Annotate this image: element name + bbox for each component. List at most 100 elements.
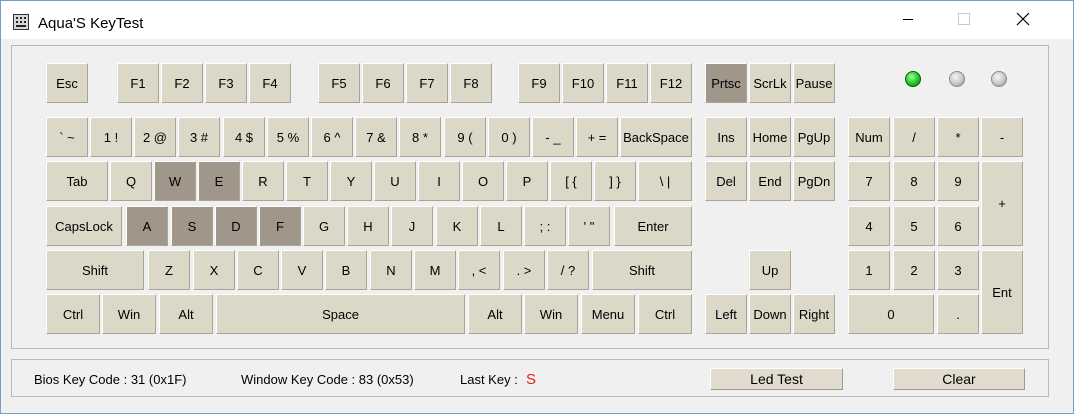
key-1[interactable]: 1 ! (90, 117, 132, 157)
key-quote[interactable]: ' " (568, 206, 610, 246)
key-h[interactable]: H (347, 206, 389, 246)
key-2[interactable]: 2 @ (134, 117, 176, 157)
key-f10[interactable]: F10 (562, 63, 604, 103)
numpad-multiply[interactable]: * (937, 117, 979, 157)
key-7[interactable]: 7 & (355, 117, 397, 157)
key-f[interactable]: F (259, 206, 301, 246)
key-g[interactable]: G (303, 206, 345, 246)
key-b[interactable]: B (325, 250, 367, 290)
key-4[interactable]: 4 $ (223, 117, 265, 157)
numpad-subtract[interactable]: - (981, 117, 1023, 157)
key-rwin[interactable]: Win (524, 294, 578, 334)
key-u[interactable]: U (374, 161, 416, 201)
key-k[interactable]: K (436, 206, 478, 246)
key-f5[interactable]: F5 (318, 63, 360, 103)
key-right[interactable]: Right (793, 294, 835, 334)
key-f8[interactable]: F8 (450, 63, 492, 103)
key-backquote[interactable]: ` ~ (46, 117, 88, 157)
key-i[interactable]: I (418, 161, 460, 201)
key-space[interactable]: Space (216, 294, 465, 334)
key-equal[interactable]: + = (576, 117, 618, 157)
numpad-1[interactable]: 1 (848, 250, 890, 290)
key-v[interactable]: V (281, 250, 323, 290)
key-n[interactable]: N (370, 250, 412, 290)
key-f9[interactable]: F9 (518, 63, 560, 103)
key-f11[interactable]: F11 (606, 63, 648, 103)
key-end[interactable]: End (749, 161, 791, 201)
key-p[interactable]: P (506, 161, 548, 201)
numpad-6[interactable]: 6 (937, 206, 979, 246)
key-c[interactable]: C (237, 250, 279, 290)
key-rshift[interactable]: Shift (592, 250, 692, 290)
key-period[interactable]: . > (503, 250, 545, 290)
key-slash[interactable]: / ? (547, 250, 589, 290)
key-tab[interactable]: Tab (46, 161, 108, 201)
key-menu[interactable]: Menu (581, 294, 635, 334)
key-pgup[interactable]: PgUp (793, 117, 835, 157)
key-f6[interactable]: F6 (362, 63, 404, 103)
key-a[interactable]: A (126, 206, 168, 246)
numpad-enter[interactable]: Ent (981, 250, 1023, 334)
key-w[interactable]: W (154, 161, 196, 201)
key-comma[interactable]: , < (458, 250, 500, 290)
key-capslock[interactable]: CapsLock (46, 206, 122, 246)
key-rbracket[interactable]: ] } (594, 161, 636, 201)
numpad-decimal[interactable]: . (937, 294, 979, 334)
key-y[interactable]: Y (330, 161, 372, 201)
key-e[interactable]: E (198, 161, 240, 201)
key-minus[interactable]: - _ (532, 117, 574, 157)
key-rctrl[interactable]: Ctrl (638, 294, 692, 334)
numpad-2[interactable]: 2 (893, 250, 935, 290)
numpad-9[interactable]: 9 (937, 161, 979, 201)
key-ralt[interactable]: Alt (468, 294, 522, 334)
key-lbracket[interactable]: [ { (550, 161, 592, 201)
key-esc[interactable]: Esc (46, 63, 88, 103)
numpad-4[interactable]: 4 (848, 206, 890, 246)
key-prtsc[interactable]: Prtsc (705, 63, 747, 103)
key-home[interactable]: Home (749, 117, 791, 157)
key-5[interactable]: 5 % (267, 117, 309, 157)
key-backspace[interactable]: BackSpace (620, 117, 692, 157)
numpad-5[interactable]: 5 (893, 206, 935, 246)
numpad-num[interactable]: Num (848, 117, 890, 157)
clear-button[interactable]: Clear (893, 368, 1025, 390)
numpad-8[interactable]: 8 (893, 161, 935, 201)
minimize-button[interactable] (885, 1, 931, 39)
key-9[interactable]: 9 ( (444, 117, 486, 157)
key-f1[interactable]: F1 (117, 63, 159, 103)
key-q[interactable]: Q (110, 161, 152, 201)
key-o[interactable]: O (462, 161, 504, 201)
key-6[interactable]: 6 ^ (311, 117, 353, 157)
key-l[interactable]: L (480, 206, 522, 246)
key-left[interactable]: Left (705, 294, 747, 334)
key-f12[interactable]: F12 (650, 63, 692, 103)
key-lctrl[interactable]: Ctrl (46, 294, 100, 334)
maximize-button[interactable] (941, 1, 987, 39)
numpad-add[interactable]: + (981, 161, 1023, 246)
key-j[interactable]: J (391, 206, 433, 246)
numpad-0[interactable]: 0 (848, 294, 934, 334)
key-f2[interactable]: F2 (161, 63, 203, 103)
key-m[interactable]: M (414, 250, 456, 290)
key-semicolon[interactable]: ; : (524, 206, 566, 246)
numpad-3[interactable]: 3 (937, 250, 979, 290)
key-x[interactable]: X (193, 250, 235, 290)
key-pause[interactable]: Pause (793, 63, 835, 103)
key-r[interactable]: R (242, 161, 284, 201)
close-button[interactable] (1000, 1, 1046, 39)
numpad-divide[interactable]: / (893, 117, 935, 157)
key-f4[interactable]: F4 (249, 63, 291, 103)
key-f3[interactable]: F3 (205, 63, 247, 103)
key-up[interactable]: Up (749, 250, 791, 290)
key-lshift[interactable]: Shift (46, 250, 144, 290)
key-backslash[interactable]: \ | (638, 161, 692, 201)
key-t[interactable]: T (286, 161, 328, 201)
key-3[interactable]: 3 # (178, 117, 220, 157)
key-scrlk[interactable]: ScrLk (749, 63, 791, 103)
key-enter[interactable]: Enter (614, 206, 692, 246)
key-ins[interactable]: Ins (705, 117, 747, 157)
key-8[interactable]: 8 * (399, 117, 441, 157)
key-lwin[interactable]: Win (102, 294, 156, 334)
key-z[interactable]: Z (148, 250, 190, 290)
key-pgdn[interactable]: PgDn (793, 161, 835, 201)
